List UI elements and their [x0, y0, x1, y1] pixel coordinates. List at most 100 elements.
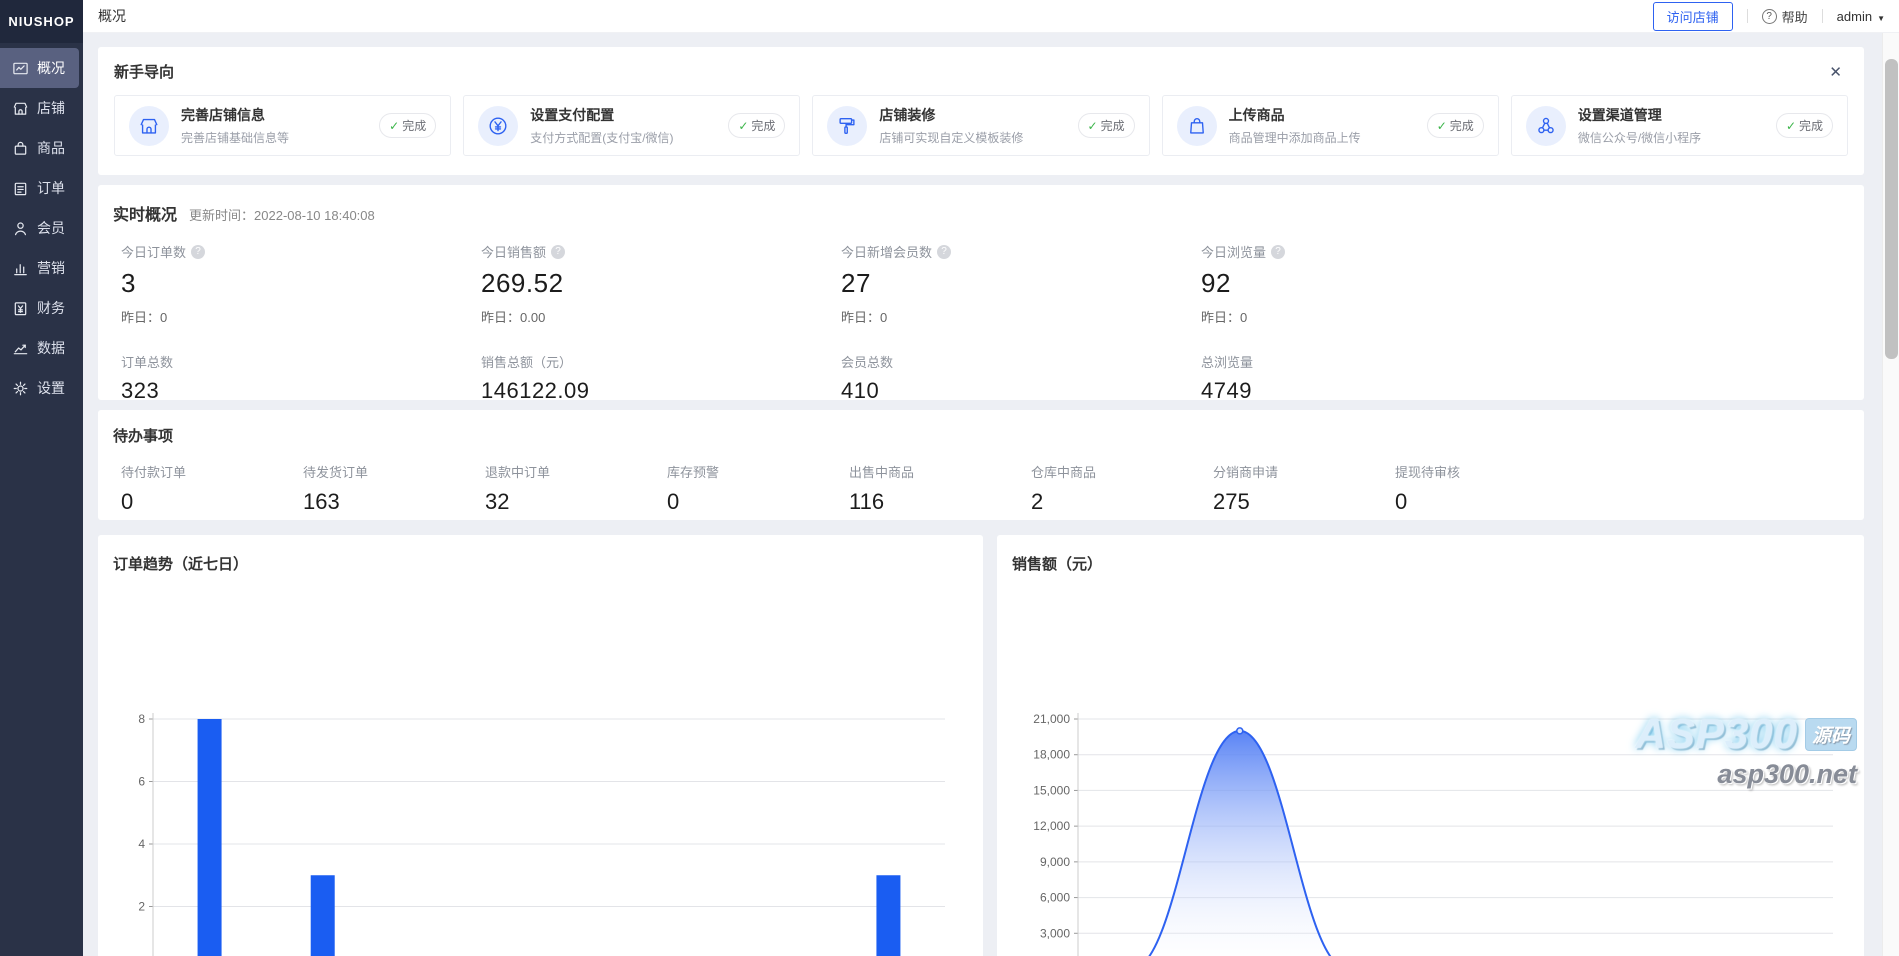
- question-icon[interactable]: [1271, 245, 1285, 259]
- stat-yesterday: 昨日：0: [121, 307, 481, 326]
- update-time: 更新时间：2022-08-10 18:40:08: [189, 205, 375, 224]
- channels-icon: [1526, 106, 1566, 146]
- check-icon: [738, 119, 748, 133]
- app-logo: NIUSHOP: [0, 0, 83, 43]
- stat-today-sales: 今日销售额 269.52 昨日：0.00 销售总额（元） 146122.09: [481, 242, 841, 404]
- stats-row: 今日订单数 3 昨日：0 订单总数 323 今日销售额 269.52 昨日：0.…: [113, 242, 1844, 404]
- realtime-title: 实时概况: [113, 201, 177, 225]
- svg-text:4: 4: [138, 837, 145, 851]
- help-link[interactable]: 帮助: [1762, 7, 1808, 26]
- storefront-icon: [129, 106, 169, 146]
- svg-text:18,000: 18,000: [1033, 748, 1070, 762]
- guide-card-title: 完善店铺信息: [181, 105, 289, 125]
- paint-roller-icon: [827, 106, 867, 146]
- help-label: 帮助: [1782, 7, 1808, 26]
- watermark-tag: 源码: [1805, 718, 1857, 751]
- guide-card-channels[interactable]: 设置渠道管理 微信公众号/微信小程序 完成: [1511, 95, 1848, 156]
- vertical-scrollbar[interactable]: [1882, 33, 1899, 956]
- stat-value: 269.52: [481, 268, 841, 299]
- order-trend-chart-panel: 订单趋势（近七日） 2468: [98, 535, 983, 956]
- svg-text:2: 2: [138, 900, 145, 914]
- done-badge: 完成: [1078, 113, 1135, 138]
- todo-panel: 待办事项 待付款订单 0 待发货订单 163 退款中订单 32 库存预警 0 出…: [98, 410, 1864, 520]
- divider: [1822, 9, 1823, 23]
- todo-pending-payment[interactable]: 待付款订单 0: [121, 462, 303, 515]
- question-icon[interactable]: [551, 245, 565, 259]
- stat-total-value: 410: [841, 378, 1201, 404]
- help-icon: [1762, 9, 1777, 24]
- guide-title: 新手导向: [114, 61, 1848, 82]
- sidebar-item-marketing[interactable]: 营销: [0, 248, 83, 288]
- question-icon[interactable]: [937, 245, 951, 259]
- guide-card-title: 上传商品: [1229, 105, 1361, 125]
- sidebar-item-orders[interactable]: 订单: [0, 168, 83, 208]
- goods-icon: [12, 140, 29, 157]
- sidebar-item-store[interactable]: 店铺: [0, 88, 83, 128]
- sidebar-item-member[interactable]: 会员: [0, 208, 83, 248]
- username: admin: [1837, 9, 1872, 24]
- member-icon: [12, 220, 29, 237]
- topbar-right: 访问店铺 帮助 admin: [1653, 2, 1885, 31]
- todo-on-sale-goods[interactable]: 出售中商品 116: [849, 462, 1031, 515]
- stat-value: 27: [841, 268, 1201, 299]
- svg-text:9,000: 9,000: [1040, 855, 1070, 869]
- sidebar-item-overview[interactable]: 概况: [0, 48, 79, 88]
- overview-icon: [12, 60, 29, 77]
- sidebar-item-data[interactable]: 数据: [0, 328, 83, 368]
- data-icon: [12, 340, 29, 357]
- guide-card-payment[interactable]: 设置支付配置 支付方式配置(支付宝/微信) 完成: [463, 95, 800, 156]
- sidebar-item-label: 店铺: [37, 98, 65, 118]
- done-badge: 完成: [728, 113, 785, 138]
- todo-distributor-apply[interactable]: 分销商申请 275: [1213, 462, 1395, 515]
- watermark-site: asp300.net: [1636, 759, 1857, 790]
- guide-card-title: 设置支付配置: [530, 105, 673, 125]
- watermark-brand: ASP300: [1636, 710, 1798, 758]
- stat-total-label: 订单总数: [121, 352, 481, 371]
- guide-card-decorate[interactable]: 店铺装修 店铺可实现自定义模板装修 完成: [812, 95, 1149, 156]
- scrollbar-thumb[interactable]: [1885, 59, 1898, 359]
- stat-total-value: 146122.09: [481, 378, 841, 404]
- sidebar-item-finance[interactable]: 财务: [0, 288, 83, 328]
- chevron-down-icon: [1877, 9, 1885, 24]
- yen-circle-icon: [478, 106, 518, 146]
- todo-stock-warning[interactable]: 库存预警 0: [667, 462, 849, 515]
- todo-refunding[interactable]: 退款中订单 32: [485, 462, 667, 515]
- done-badge: 完成: [1427, 113, 1484, 138]
- visit-store-button[interactable]: 访问店铺: [1653, 2, 1733, 31]
- svg-text:6,000: 6,000: [1040, 891, 1070, 905]
- sidebar-item-goods[interactable]: 商品: [0, 128, 83, 168]
- guide-card-subtitle: 商品管理中添加商品上传: [1229, 129, 1361, 146]
- breadcrumb: 概况: [98, 6, 126, 26]
- sidebar-item-label: 设置: [37, 378, 65, 398]
- guide-card-upload-goods[interactable]: 上传商品 商品管理中添加商品上传 完成: [1162, 95, 1499, 156]
- guide-cards: 完善店铺信息 完善店铺基础信息等 完成 设置支付配置 支付方式配置(支付宝/微信…: [114, 95, 1848, 156]
- order-trend-bar-chart: 2468: [98, 535, 983, 956]
- svg-text:21,000: 21,000: [1033, 712, 1070, 726]
- guide-card-subtitle: 店铺可实现自定义模板装修: [879, 129, 1023, 146]
- sidebar-item-label: 订单: [37, 178, 65, 198]
- stat-yesterday: 昨日：0.00: [481, 307, 841, 326]
- todo-warehouse-goods[interactable]: 仓库中商品 2: [1031, 462, 1213, 515]
- stat-today-views: 今日浏览量 92 昨日：0 总浏览量 4749: [1201, 242, 1561, 404]
- sidebar-item-settings[interactable]: 设置: [0, 368, 83, 408]
- svg-text:15,000: 15,000: [1033, 783, 1070, 797]
- stat-total-label: 销售总额（元）: [481, 352, 841, 371]
- stat-total-label: 总浏览量: [1201, 352, 1561, 371]
- todo-pending-shipment[interactable]: 待发货订单 163: [303, 462, 485, 515]
- stat-total-label: 会员总数: [841, 352, 1201, 371]
- question-icon[interactable]: [191, 245, 205, 259]
- stat-label: 今日销售额: [481, 242, 546, 261]
- watermark: ASP300 源码 asp300.net: [1636, 710, 1857, 790]
- settings-icon: [12, 380, 29, 397]
- guide-card-subtitle: 微信公众号/微信小程序: [1578, 129, 1701, 146]
- sidebar: NIUSHOP 概况 店铺 商品 订单: [0, 0, 83, 956]
- close-icon[interactable]: [1829, 63, 1842, 81]
- todo-title: 待办事项: [113, 425, 1844, 446]
- check-icon: [1088, 119, 1098, 133]
- user-menu[interactable]: admin: [1837, 9, 1885, 24]
- stat-value: 92: [1201, 268, 1561, 299]
- charts-row: 订单趋势（近七日） 2468 销售额（元） 3,0006,0009,00012,…: [98, 535, 1864, 956]
- guide-card-store-info[interactable]: 完善店铺信息 完善店铺基础信息等 完成: [114, 95, 451, 156]
- todo-withdraw-review[interactable]: 提现待审核 0: [1395, 462, 1577, 515]
- realtime-overview-panel: 实时概况 更新时间：2022-08-10 18:40:08 今日订单数 3 昨日…: [98, 185, 1864, 400]
